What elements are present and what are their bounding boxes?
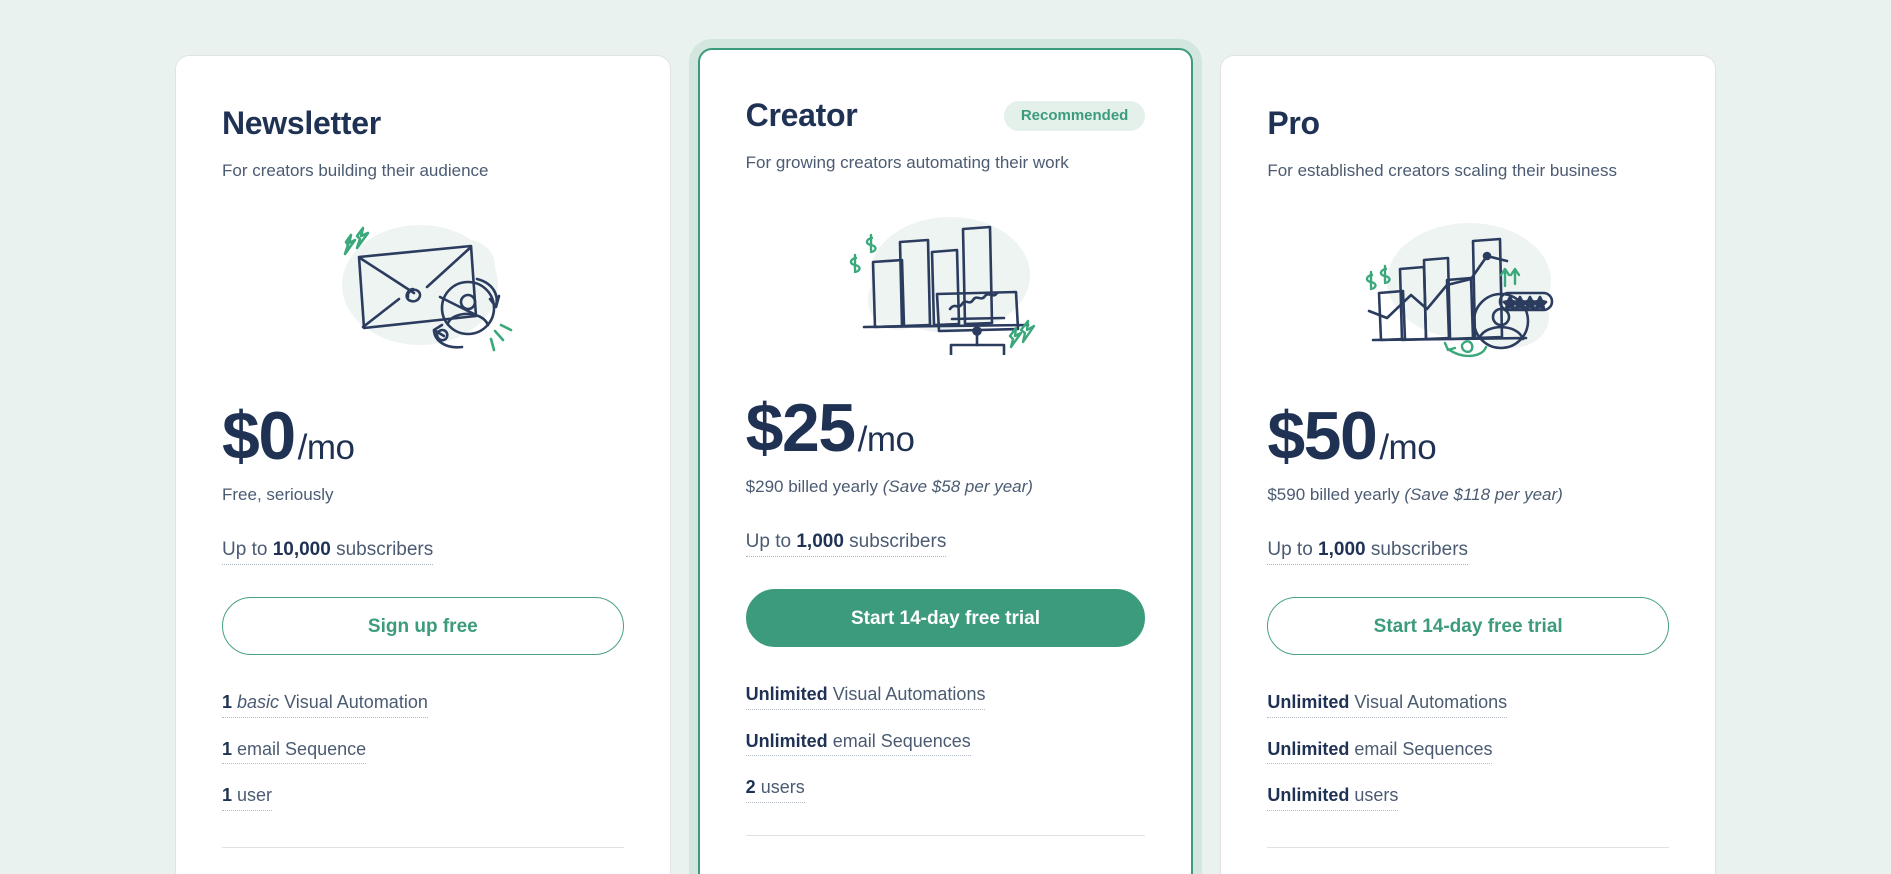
plan-tagline: For creators building their audience bbox=[222, 160, 624, 182]
status-badge: Recommended bbox=[1004, 101, 1146, 131]
start-trial-button[interactable]: Start 14-day free trial bbox=[746, 589, 1146, 647]
plan-name: Pro bbox=[1267, 107, 1319, 141]
feature-item: 1 basic Visual Automation bbox=[222, 691, 624, 718]
price-period: /mo bbox=[1379, 430, 1436, 465]
feature-item: Unlimited Visual Automations bbox=[746, 683, 1146, 710]
price-row: $25 /mo bbox=[746, 394, 1146, 462]
pricing-card-pro: Pro For established creators scaling the… bbox=[1220, 55, 1716, 874]
price-note: $290 billed yearly (Save $58 per year) bbox=[746, 477, 1146, 497]
pricing-card-creator: Creator Recommended For growing creators… bbox=[698, 48, 1194, 874]
price-note: Free, seriously bbox=[222, 485, 624, 505]
feature-item: 1 email Sequence bbox=[222, 738, 624, 765]
feature-item: Unlimited email Sequences bbox=[1267, 738, 1669, 765]
price-period: /mo bbox=[298, 430, 355, 465]
bar-chart-illustration bbox=[746, 200, 1146, 360]
feature-list: Unlimited Visual Automations Unlimited e… bbox=[1267, 691, 1669, 811]
growth-chart-illustration bbox=[1267, 208, 1669, 368]
price-note-main: $590 billed yearly bbox=[1267, 485, 1404, 504]
price-period: /mo bbox=[858, 422, 915, 457]
plan-tagline: For established creators scaling their b… bbox=[1267, 160, 1669, 182]
price-note-save: (Save $58 per year) bbox=[883, 477, 1033, 496]
price-note-save: (Save $118 per year) bbox=[1404, 485, 1562, 504]
feature-item: Unlimited email Sequences bbox=[746, 730, 1146, 757]
price-note-main: Free, seriously bbox=[222, 485, 333, 504]
card-divider bbox=[746, 835, 1146, 836]
price-note-main: $290 billed yearly bbox=[746, 477, 883, 496]
feature-item: 1 user bbox=[222, 784, 624, 811]
feature-item: Unlimited users bbox=[1267, 784, 1669, 811]
card-header: Newsletter bbox=[222, 104, 624, 144]
feature-item: Unlimited Visual Automations bbox=[1267, 691, 1669, 718]
feature-list: 1 basic Visual Automation 1 email Sequen… bbox=[222, 691, 624, 811]
pricing-card-newsletter: Newsletter For creators building their a… bbox=[175, 55, 671, 874]
card-divider bbox=[222, 847, 624, 848]
price-amount: $25 bbox=[746, 394, 855, 462]
plan-tagline: For growing creators automating their wo… bbox=[746, 152, 1146, 174]
plan-name: Creator bbox=[746, 99, 858, 133]
feature-list: Unlimited Visual Automations Unlimited e… bbox=[746, 683, 1146, 803]
price-row: $0 /mo bbox=[222, 402, 624, 470]
envelope-illustration bbox=[222, 208, 624, 368]
subscribers-limit: Up to 1,000 subscribers bbox=[1267, 539, 1468, 565]
start-trial-button[interactable]: Start 14-day free trial bbox=[1267, 597, 1669, 655]
subscribers-limit: Up to 10,000 subscribers bbox=[222, 539, 433, 565]
subscribers-limit: Up to 1,000 subscribers bbox=[746, 531, 947, 557]
price-note: $590 billed yearly (Save $118 per year) bbox=[1267, 485, 1669, 505]
price-amount: $50 bbox=[1267, 402, 1376, 470]
card-divider bbox=[1267, 847, 1669, 848]
price-row: $50 /mo bbox=[1267, 402, 1669, 470]
signup-button[interactable]: Sign up free bbox=[222, 597, 624, 655]
pricing-plans-container: Newsletter For creators building their a… bbox=[0, 0, 1891, 874]
price-amount: $0 bbox=[222, 402, 295, 470]
plan-name: Newsletter bbox=[222, 107, 381, 141]
feature-item: 2 users bbox=[746, 776, 1146, 803]
card-header: Pro bbox=[1267, 104, 1669, 144]
card-header: Creator Recommended bbox=[746, 96, 1146, 136]
